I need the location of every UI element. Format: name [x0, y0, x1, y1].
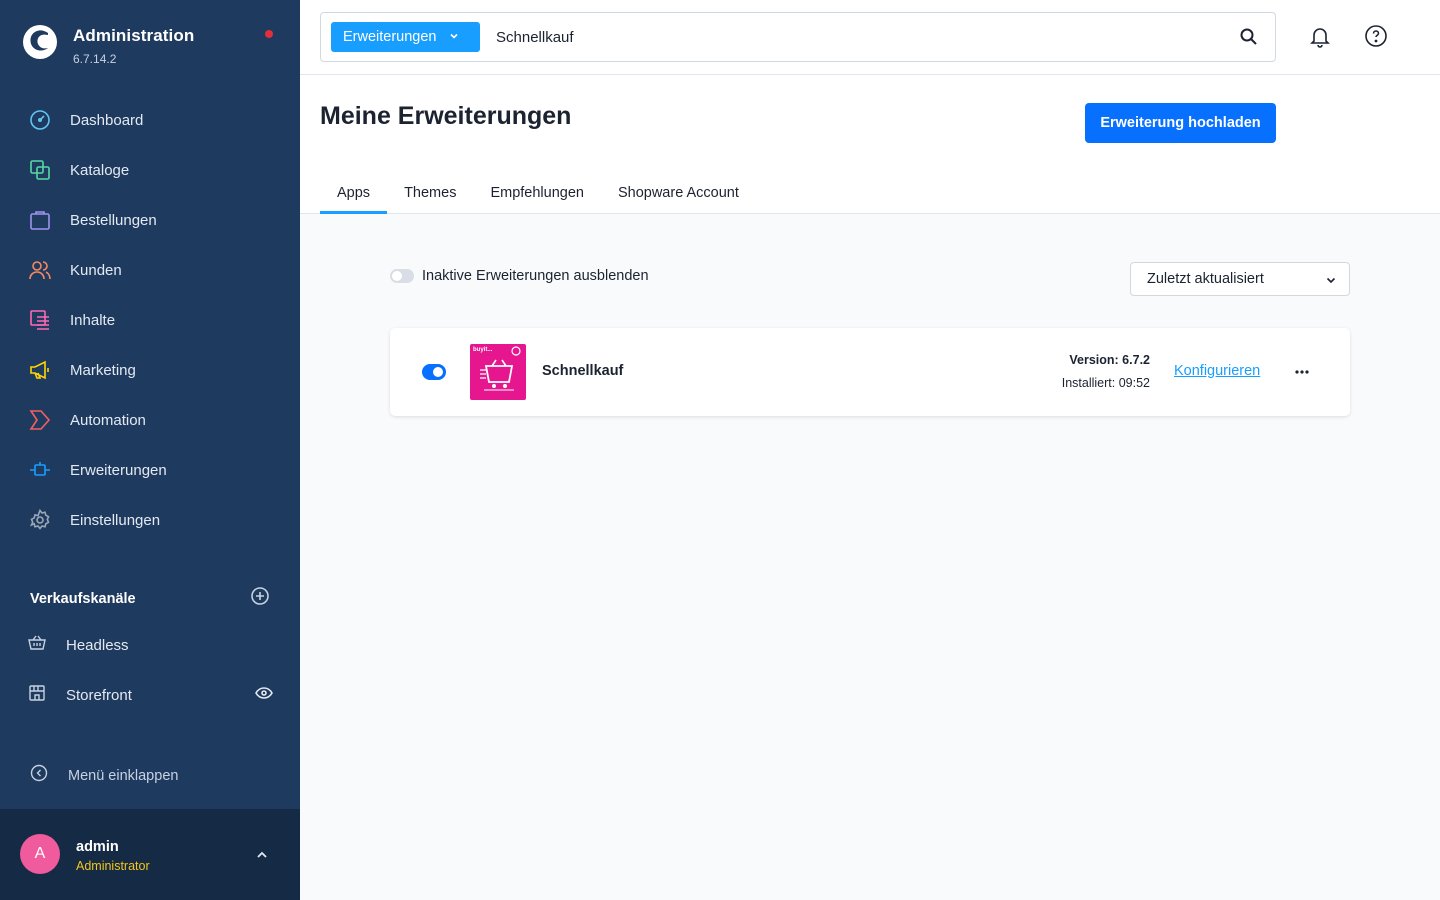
- extension-version: Version: 6.7.2: [1069, 353, 1150, 367]
- catalog-icon: [28, 158, 52, 182]
- sidebar-item-label: Einstellungen: [70, 511, 161, 529]
- sidebar-item-label: Automation: [70, 411, 146, 429]
- eye-icon[interactable]: [255, 684, 273, 707]
- page-title: Meine Erweiterungen: [320, 102, 572, 130]
- app-version: 6.7.14.2: [73, 52, 117, 66]
- marketing-icon: [28, 358, 52, 382]
- brand[interactable]: Administration 6.7.14.2: [22, 24, 194, 66]
- chevron-down-icon: [1325, 274, 1337, 290]
- basket-icon: [28, 634, 46, 657]
- sales-channels-header: Verkaufskanäle: [30, 586, 270, 611]
- sidebar-item-kunden[interactable]: Kunden: [0, 245, 300, 295]
- automation-icon: [28, 408, 52, 432]
- sidebar-item-label: Erweiterungen: [70, 461, 167, 479]
- notification-dot: [265, 30, 273, 38]
- extension-installed-time: Installiert: 09:52: [1061, 376, 1150, 390]
- global-search: Erweiterungen: [320, 12, 1276, 62]
- shopware-logo-icon: [23, 25, 57, 59]
- collapse-menu-label: Menü einklappen: [68, 767, 179, 784]
- sidebar-item-label: Kataloge: [70, 161, 130, 179]
- sidebar-item-label: Bestellungen: [70, 211, 157, 229]
- tab-empfehlungen[interactable]: Empfehlungen: [473, 171, 601, 213]
- sidebar-item-dashboard[interactable]: Dashboard: [0, 95, 300, 145]
- sales-channel-label: Storefront: [66, 686, 132, 704]
- topbar: Erweiterungen: [300, 0, 1440, 75]
- sidebar-item-erweiterungen[interactable]: Erweiterungen: [0, 445, 300, 495]
- app-title: Administration: [73, 26, 195, 45]
- orders-icon: [28, 208, 52, 232]
- user-role: Administrator: [76, 859, 150, 873]
- sidebar-item-label: Marketing: [70, 361, 136, 379]
- extension-card: buyit... Schnellkauf Version: 6.7.2 Inst…: [390, 328, 1350, 416]
- search-type-label: Erweiterungen: [343, 29, 437, 45]
- configure-link[interactable]: Konfigurieren: [1174, 363, 1260, 379]
- app-logo-text: buyit...: [473, 347, 493, 353]
- sort-select[interactable]: Zuletzt aktualisiert: [1130, 262, 1350, 296]
- hide-inactive-filter: Inaktive Erweiterungen ausblenden: [390, 268, 649, 284]
- sort-select-value: Zuletzt aktualisiert: [1147, 271, 1264, 287]
- search-type-dropdown[interactable]: Erweiterungen: [331, 22, 480, 52]
- sidebar-item-kataloge[interactable]: Kataloge: [0, 145, 300, 195]
- sidebar-item-einstellungen[interactable]: Einstellungen: [0, 495, 300, 545]
- sales-channel-label: Headless: [66, 636, 129, 654]
- help-icon[interactable]: [1364, 24, 1388, 53]
- tab-shopware-account[interactable]: Shopware Account: [601, 171, 756, 213]
- settings-icon: [28, 508, 52, 532]
- hide-inactive-toggle[interactable]: [390, 269, 414, 283]
- more-options-icon[interactable]: [1294, 364, 1310, 385]
- chevron-up-icon[interactable]: [254, 847, 270, 868]
- user-panel[interactable]: A admin Administrator: [0, 809, 300, 900]
- user-name: admin: [76, 839, 119, 855]
- collapse-menu-button[interactable]: Menü einklappen: [30, 764, 178, 787]
- sidebar: Administration 6.7.14.2 Dashboard Katalo…: [0, 0, 300, 900]
- tab-apps[interactable]: Apps: [320, 171, 388, 214]
- storefront-icon: [28, 684, 46, 707]
- extension-name: Schnellkauf: [542, 363, 624, 379]
- avatar: A: [20, 834, 60, 874]
- search-icon[interactable]: [1239, 27, 1259, 52]
- main-nav: Dashboard Kataloge Bestellungen Kunden I…: [0, 95, 300, 545]
- chevron-left-circle-icon: [30, 764, 48, 787]
- sidebar-item-inhalte[interactable]: Inhalte: [0, 295, 300, 345]
- tab-themes[interactable]: Themes: [387, 171, 473, 213]
- app-logo: buyit...: [470, 344, 526, 400]
- sales-channel-storefront[interactable]: Storefront: [28, 680, 273, 710]
- tabs: Apps Themes Empfehlungen Shopware Accoun…: [320, 171, 756, 214]
- dashboard-icon: [28, 108, 52, 132]
- sales-channels-title: Verkaufskanäle: [30, 590, 136, 607]
- search-input[interactable]: [496, 23, 1226, 51]
- sidebar-item-label: Dashboard: [70, 111, 144, 129]
- page-header: Meine Erweiterungen Erweiterung hochlade…: [300, 75, 1440, 214]
- extensions-icon: [28, 458, 52, 482]
- content-icon: [28, 308, 52, 332]
- sidebar-item-label: Kunden: [70, 261, 122, 279]
- sidebar-item-bestellungen[interactable]: Bestellungen: [0, 195, 300, 245]
- customers-icon: [28, 258, 52, 282]
- add-sales-channel-icon[interactable]: [250, 586, 270, 611]
- sidebar-item-marketing[interactable]: Marketing: [0, 345, 300, 395]
- hide-inactive-label: Inaktive Erweiterungen ausblenden: [422, 268, 649, 284]
- sales-channel-headless[interactable]: Headless: [28, 630, 273, 660]
- sidebar-item-label: Inhalte: [70, 311, 116, 329]
- bell-icon[interactable]: [1308, 24, 1332, 53]
- extension-active-toggle[interactable]: [422, 364, 446, 380]
- chevron-down-icon: [449, 29, 459, 45]
- upload-extension-button[interactable]: Erweiterung hochladen: [1085, 103, 1276, 143]
- sidebar-item-automation[interactable]: Automation: [0, 395, 300, 445]
